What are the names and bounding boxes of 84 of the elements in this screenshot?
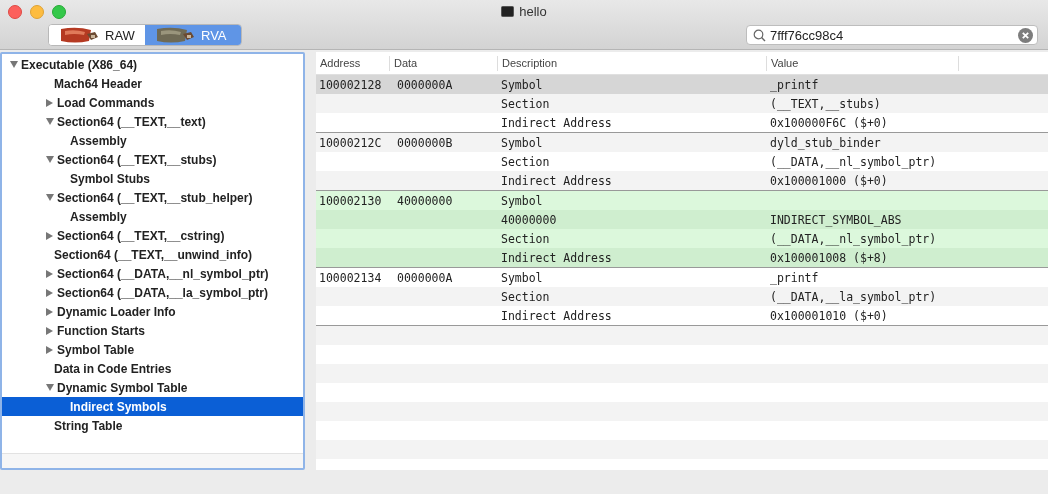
tree-item[interactable]: Mach64 Header [2, 74, 303, 93]
table-cell: Symbol [501, 135, 543, 150]
table-cell: 100002130 [319, 193, 382, 208]
table-cell: 0000000A [397, 77, 453, 92]
column-header[interactable]: Description [498, 55, 767, 71]
table-cell: Section [501, 96, 550, 111]
tree-item[interactable]: Assembly [2, 207, 303, 226]
table-cell: 0000000B [397, 135, 453, 150]
tree-item[interactable]: Section64 (__TEXT,__cstring) [2, 226, 303, 245]
tree-item[interactable]: String Table [2, 416, 303, 435]
table-row[interactable]: Section (__TEXT,__stubs) [316, 94, 1048, 113]
table-cell: Symbol [501, 270, 543, 285]
table-cell: 100002128 [319, 77, 382, 92]
disclosure-triangle-icon[interactable] [46, 118, 54, 125]
table-cell: Section [501, 231, 550, 246]
tree-item[interactable]: Function Starts [2, 321, 303, 340]
table-cell: Indirect Address [501, 308, 612, 323]
table-cell: (__DATA,__nl_symbol_ptr) [770, 154, 937, 169]
disclosure-triangle-icon[interactable] [10, 61, 18, 68]
tree-item[interactable]: Section64 (__TEXT,__stub_helper) [2, 188, 303, 207]
tree-item[interactable]: Load Commands [2, 93, 303, 112]
table-row[interactable]: 100002130 40000000 Symbol [316, 191, 1048, 210]
tree-item[interactable]: Data in Code Entries [2, 359, 303, 378]
search-icon [753, 28, 766, 42]
disclosure-triangle-icon[interactable] [46, 345, 53, 354]
disclosure-triangle-icon[interactable] [46, 231, 53, 240]
terminal-icon [501, 5, 515, 17]
tree-item[interactable]: Assembly [2, 131, 303, 150]
close-button[interactable] [8, 5, 22, 19]
table-cell: Section [501, 289, 550, 304]
clear-icon[interactable] [1018, 27, 1033, 43]
table-cell: Section [501, 154, 550, 169]
table-cell: 0000000A [397, 270, 453, 285]
table-row[interactable]: Section (__DATA,__la_symbol_ptr) [316, 287, 1048, 306]
table-cell: dyld_stub_binder [770, 135, 881, 150]
table-row[interactable]: 10000212C 0000000B Symbol dyld_stub_binder [316, 133, 1048, 152]
window-title: hello [519, 3, 547, 19]
column-header[interactable]: Value [767, 55, 959, 71]
table-cell: 100002134 [319, 270, 382, 285]
table-cell: Symbol [501, 193, 543, 208]
tree-item[interactable]: Section64 (__TEXT,__stubs) [2, 150, 303, 169]
table-cell: _printf [770, 77, 819, 92]
column-header[interactable]: Data [390, 55, 498, 71]
disclosure-triangle-icon[interactable] [46, 307, 53, 316]
tree-item[interactable]: Symbol Table [2, 340, 303, 359]
disclosure-triangle-icon[interactable] [46, 194, 54, 201]
search-field[interactable]: 7fff76cc98c4 [770, 27, 1014, 43]
tree-item[interactable]: Executable (X86_64) [2, 55, 303, 74]
table-cell: Indirect Address [501, 173, 612, 188]
table-cell: (__TEXT,__stubs) [770, 96, 881, 111]
disclosure-triangle-icon[interactable] [46, 288, 53, 297]
tree-item[interactable]: Symbol Stubs [2, 169, 303, 188]
tree-item[interactable]: Dynamic Loader Info [2, 302, 303, 321]
tree-item[interactable]: Section64 (__DATA,__la_symbol_ptr) [2, 283, 303, 302]
table-cell: 0x100001008 ($+8) [770, 250, 888, 265]
zoom-button[interactable] [52, 5, 66, 19]
tree-item[interactable]: Section64 (__TEXT,__unwind_info) [2, 245, 303, 264]
table-cell: 0x100001000 ($+0) [770, 173, 888, 188]
disclosure-triangle-icon[interactable] [46, 269, 53, 278]
table-row[interactable]: 40000000 INDIRECT_SYMBOL_ABS [316, 210, 1048, 229]
table-cell: 0x100001010 ($+0) [770, 308, 888, 323]
table-cell: Indirect Address [501, 250, 612, 265]
table-cell: 40000000 [501, 212, 557, 227]
table-cell: (__DATA,__nl_symbol_ptr) [770, 231, 937, 246]
table-cell: INDIRECT_SYMBOL_ABS [770, 212, 902, 227]
disclosure-triangle-icon[interactable] [46, 326, 53, 335]
tree-item[interactable]: Indirect Symbols [2, 397, 303, 416]
table-cell: 40000000 [397, 193, 453, 208]
tree-item[interactable]: Section64 (__DATA,__nl_symbol_ptr) [2, 264, 303, 283]
tree-item[interactable]: Section64 (__TEXT,__text) [2, 112, 303, 131]
table-cell: 0x100000F6C ($+0) [770, 115, 888, 130]
table-cell: (__DATA,__la_symbol_ptr) [770, 289, 937, 304]
table-row[interactable]: Section (__DATA,__nl_symbol_ptr) [316, 229, 1048, 248]
table-cell: Symbol [501, 77, 543, 92]
table-cell: 10000212C [319, 135, 382, 150]
search-box[interactable]: 7fff76cc98c4 [746, 25, 1038, 45]
table-cell: _printf [770, 270, 819, 285]
table-row[interactable]: 100002128 0000000A Symbol _printf [316, 75, 1048, 94]
disclosure-triangle-icon[interactable] [46, 156, 54, 163]
column-header[interactable]: Address [316, 55, 390, 71]
table-row[interactable]: Indirect Address 0x100001000 ($+0) [316, 171, 1048, 190]
table-row[interactable]: Indirect Address 0x100001008 ($+8) [316, 248, 1048, 267]
disclosure-triangle-icon[interactable] [46, 98, 53, 107]
table-cell: Indirect Address [501, 115, 612, 130]
